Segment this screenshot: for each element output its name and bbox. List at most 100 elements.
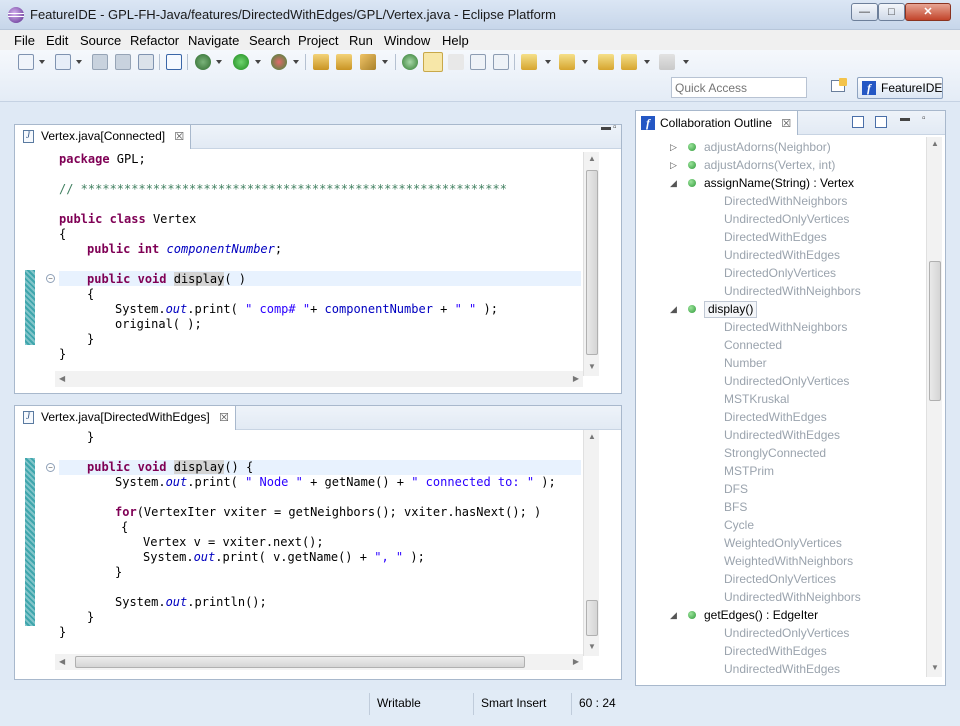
menu-source[interactable]: Source	[80, 33, 121, 48]
maximize-button[interactable]: □	[878, 3, 905, 21]
tab-vertex-connected[interactable]: Vertex.java[Connected] ☒	[15, 125, 192, 149]
show-pilcrow-icon[interactable]	[493, 54, 509, 70]
run-dropdown-icon[interactable]	[255, 60, 261, 64]
new-icon[interactable]	[18, 54, 34, 70]
last-edit-location-icon[interactable]	[598, 54, 614, 70]
save-icon[interactable]	[92, 54, 108, 70]
save-all-icon[interactable]	[115, 54, 131, 70]
new-dropdown-icon[interactable]	[39, 60, 45, 64]
horizontal-scrollbar[interactable]: ◀ ▶	[55, 371, 583, 387]
forward-dropdown-icon[interactable]	[683, 60, 689, 64]
menu-edit[interactable]: Edit	[46, 33, 68, 48]
menu-navigate[interactable]: Navigate	[188, 33, 239, 48]
outline-feature-row[interactable]: WeightedOnlyVertices	[636, 534, 925, 552]
outline-feature-row[interactable]: StronglyConnected	[636, 444, 925, 462]
previous-annotation-dropdown-icon[interactable]	[582, 60, 588, 64]
next-annotation-dropdown-icon[interactable]	[545, 60, 551, 64]
next-annotation-icon[interactable]	[521, 54, 537, 70]
outline-feature-row[interactable]: UndirectedWithNeighbors	[636, 282, 925, 300]
vertical-scrollbar[interactable]: ▲ ▼	[926, 137, 942, 677]
vertical-scrollbar[interactable]: ▲ ▼	[583, 430, 599, 656]
vertical-scrollbar[interactable]: ▲ ▼	[583, 152, 599, 376]
outline-feature-row[interactable]: DirectedWithEdges	[636, 408, 925, 426]
outline-feature-row[interactable]: UndirectedOnlyVertices	[636, 210, 925, 228]
outline-feature-row[interactable]: UndirectedOnlyVertices	[636, 372, 925, 390]
toggle-block-selection-icon[interactable]	[448, 54, 464, 70]
back-icon[interactable]	[621, 54, 637, 70]
external-tools-icon[interactable]	[271, 54, 287, 70]
menu-project[interactable]: Project	[298, 33, 338, 48]
open-type-icon[interactable]	[313, 54, 329, 70]
outline-feature-row[interactable]: DirectedWithEdges	[636, 228, 925, 246]
new-project-dropdown-icon[interactable]	[76, 60, 82, 64]
code-area[interactable]: } public void display() { System.out.pri…	[39, 430, 581, 655]
outline-method-row[interactable]: ◢ getEdges() : EdgeIter	[636, 606, 925, 624]
new-project-icon[interactable]	[55, 54, 71, 70]
external-tools-dropdown-icon[interactable]	[293, 60, 299, 64]
outline-method-row[interactable]: ◢ display()	[636, 300, 925, 318]
expand-arrow-icon[interactable]: ▷	[670, 156, 680, 174]
menu-run[interactable]: Run	[349, 33, 373, 48]
expand-arrow-icon[interactable]: ▷	[670, 138, 680, 156]
code-area[interactable]: package GPL; // ************************…	[39, 152, 581, 372]
mark-occurrences-icon[interactable]	[423, 52, 443, 72]
maximize-editor-icon[interactable]: ▫	[613, 122, 617, 133]
featureide-perspective-button[interactable]: f FeatureIDE	[857, 77, 943, 99]
menu-search[interactable]: Search	[249, 33, 290, 48]
outline-feature-row[interactable]: DirectedOnlyVertices	[636, 570, 925, 588]
quick-access-input[interactable]	[671, 77, 807, 98]
collapse-all-icon[interactable]	[852, 116, 864, 128]
open-folder-icon[interactable]	[336, 54, 352, 70]
outline-feature-row[interactable]: DFS	[636, 480, 925, 498]
open-perspective-icon[interactable]	[829, 78, 849, 98]
expand-all-icon[interactable]	[875, 116, 887, 128]
outline-feature-row[interactable]: DirectedOnlyVertices	[636, 264, 925, 282]
print-icon[interactable]	[138, 54, 154, 70]
close-tab-icon[interactable]: ☒	[219, 412, 229, 424]
outline-feature-row[interactable]: UndirectedWithEdges	[636, 660, 925, 678]
outline-method-row[interactable]: ▷ adjustAdorns(Vertex, int)	[636, 156, 925, 174]
minimize-view-icon[interactable]: ▬	[900, 113, 910, 124]
show-whitespace-icon[interactable]	[470, 54, 486, 70]
previous-annotation-icon[interactable]	[559, 54, 575, 70]
outline-feature-row[interactable]: MSTKruskal	[636, 390, 925, 408]
outline-feature-row[interactable]: DirectedWithEdges	[636, 642, 925, 660]
maximize-view-icon[interactable]: ▫	[922, 113, 926, 124]
outline-feature-row[interactable]: WeightedWithNeighbors	[636, 552, 925, 570]
horizontal-scrollbar[interactable]: ◀ ▶	[55, 654, 583, 670]
back-dropdown-icon[interactable]	[644, 60, 650, 64]
outline-feature-row[interactable]: UndirectedWithEdges	[636, 426, 925, 444]
outline-feature-row[interactable]: DirectedWithNeighbors	[636, 318, 925, 336]
outline-feature-row[interactable]: UndirectedWithNeighbors	[636, 588, 925, 606]
minimize-button[interactable]: —	[851, 3, 878, 21]
forward-icon[interactable]	[659, 54, 675, 70]
menu-file[interactable]: File	[14, 33, 35, 48]
outline-feature-row[interactable]: Number	[636, 354, 925, 372]
close-button[interactable]: ✕	[905, 3, 951, 21]
debug-icon[interactable]	[195, 54, 211, 70]
outline-feature-row[interactable]: Cycle	[636, 516, 925, 534]
menu-window[interactable]: Window	[384, 33, 430, 48]
search-icon[interactable]	[360, 54, 376, 70]
toggle-annotation-icon[interactable]	[402, 54, 418, 70]
outline-feature-row[interactable]: MSTPrim	[636, 462, 925, 480]
debug-dropdown-icon[interactable]	[216, 60, 222, 64]
minimize-editor-icon[interactable]: ▬	[601, 122, 611, 133]
outline-feature-row[interactable]: BFS	[636, 498, 925, 516]
collapse-arrow-icon[interactable]: ◢	[670, 606, 680, 624]
outline-feature-row[interactable]: UndirectedWithEdges	[636, 246, 925, 264]
menu-refactor[interactable]: Refactor	[130, 33, 179, 48]
menu-help[interactable]: Help	[442, 33, 469, 48]
open-console-icon[interactable]	[166, 54, 182, 70]
close-tab-icon[interactable]: ☒	[781, 118, 791, 130]
tab-collaboration-outline[interactable]: f Collaboration Outline ☒	[636, 111, 799, 135]
outline-feature-row[interactable]: UndirectedOnlyVertices	[636, 624, 925, 642]
outline-method-row[interactable]: ▷ adjustAdorns(Neighbor)	[636, 138, 925, 156]
outline-feature-row[interactable]: DirectedWithNeighbors	[636, 192, 925, 210]
collapse-arrow-icon[interactable]: ◢	[670, 174, 680, 192]
outline-feature-row[interactable]: Connected	[636, 336, 925, 354]
run-icon[interactable]	[233, 54, 249, 70]
tab-vertex-directed-with-edges[interactable]: Vertex.java[DirectedWithEdges] ☒	[15, 406, 236, 430]
collapse-arrow-icon[interactable]: ◢	[670, 300, 680, 318]
search-dropdown-icon[interactable]	[382, 60, 388, 64]
